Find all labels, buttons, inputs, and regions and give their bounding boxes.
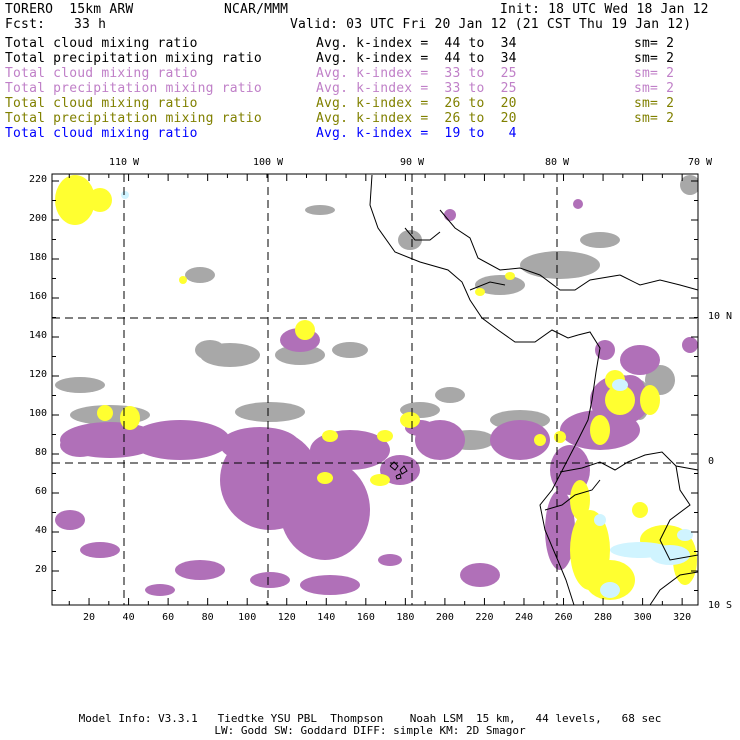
gray-cloud-area [195, 340, 225, 360]
yellow-cloud-area [88, 188, 112, 212]
x-tick-label: 320 [673, 612, 692, 623]
x-tick-label: 160 [356, 612, 375, 623]
yellow-cloud-area [179, 276, 187, 284]
x-tick-label: 180 [396, 612, 415, 623]
x-tick-label: 40 [122, 612, 135, 623]
x-tick-label: 240 [514, 612, 533, 623]
yellow-cloud-area [120, 406, 140, 430]
y-tick-label: 40 [34, 525, 47, 536]
yellow-cloud-area [534, 434, 546, 446]
y-tick-label: 20 [34, 564, 47, 575]
gray-cloud-area [332, 342, 368, 358]
purple-cloud-area [573, 199, 583, 209]
yellow-cloud-area [322, 430, 338, 442]
longitude-label: 100 W [252, 157, 284, 168]
x-tick-label: 100 [238, 612, 257, 623]
longitude-label: 90 W [399, 157, 425, 168]
purple-cloud-area [620, 345, 660, 375]
gray-cloud-area [305, 205, 335, 215]
lightblue-cloud-area [600, 582, 620, 598]
purple-cloud-area [682, 337, 698, 353]
latitude-label: 10 S [708, 600, 733, 611]
y-tick-label: 120 [28, 369, 47, 380]
yellow-cloud-area [317, 472, 333, 484]
y-tick-label: 220 [28, 174, 47, 185]
lightblue-cloud-area [650, 545, 690, 565]
lightblue-cloud-area [612, 379, 628, 391]
y-tick-label: 160 [28, 291, 47, 302]
gray-cloud-area [235, 402, 305, 422]
gray-cloud-area [55, 377, 105, 393]
yellow-cloud-area [554, 431, 566, 443]
purple-cloud-area [130, 420, 230, 460]
x-tick-label: 140 [317, 612, 336, 623]
purple-cloud-area [460, 563, 500, 587]
purple-cloud-area [220, 427, 300, 463]
yellow-cloud-area [377, 430, 393, 442]
x-tick-label: 80 [201, 612, 214, 623]
yellow-cloud-area [295, 320, 315, 340]
gray-cloud-area [520, 251, 600, 279]
x-tick-label: 200 [435, 612, 454, 623]
yellow-cloud-area [640, 385, 660, 415]
x-tick-label: 60 [162, 612, 175, 623]
cloud-field-layer [55, 175, 698, 611]
latitude-label: 10 N [708, 311, 733, 322]
colombia-coast [619, 274, 699, 291]
model-info-line2: LW: Godd SW: Goddard DIFF: simple KM: 2D… [214, 724, 526, 737]
gray-cloud-area [580, 232, 620, 248]
purple-cloud-area [55, 510, 85, 530]
purple-cloud-area [378, 554, 402, 566]
x-tick-label: 300 [633, 612, 652, 623]
y-tick-label: 80 [34, 447, 47, 458]
y-tick-label: 60 [34, 486, 47, 497]
lightblue-cloud-area [594, 514, 606, 526]
yellow-cloud-area [475, 288, 485, 296]
latitude-label: 0 [708, 456, 715, 467]
yellow-cloud-area [370, 474, 390, 486]
yellow-cloud-area [632, 502, 648, 518]
y-tick-label: 140 [28, 330, 47, 341]
x-tick-label: 280 [594, 612, 613, 623]
purple-cloud-area [229, 609, 231, 611]
yellow-cloud-area [590, 415, 610, 445]
purple-cloud-area [175, 560, 225, 580]
x-tick-label: 120 [277, 612, 296, 623]
longitude-label: 80 W [544, 157, 570, 168]
purple-cloud-area [60, 433, 100, 457]
purple-cloud-area [300, 575, 360, 595]
purple-cloud-area [250, 572, 290, 588]
yellow-cloud-area [400, 412, 420, 428]
map-plot [51, 173, 699, 611]
x-tick-label: 220 [475, 612, 494, 623]
longitude-label: 110 W [108, 157, 140, 168]
yellow-cloud-area [97, 405, 113, 421]
lightblue-cloud-area [677, 529, 693, 541]
x-tick-label: 260 [554, 612, 573, 623]
central-america-caribbean-coast [439, 209, 621, 291]
yellow-cloud-area [505, 272, 515, 280]
gray-cloud-area [680, 175, 698, 195]
purple-cloud-area [444, 209, 456, 221]
y-tick-label: 180 [28, 252, 47, 263]
gray-cloud-area [435, 387, 465, 403]
y-tick-label: 200 [28, 213, 47, 224]
longitude-label: 70 W [687, 157, 713, 168]
purple-cloud-area [80, 542, 120, 558]
lightblue-cloud-area [121, 191, 129, 199]
purple-cloud-area [145, 584, 175, 596]
y-tick-label: 100 [28, 408, 47, 419]
x-tick-label: 20 [83, 612, 96, 623]
gray-cloud-area [185, 267, 215, 283]
